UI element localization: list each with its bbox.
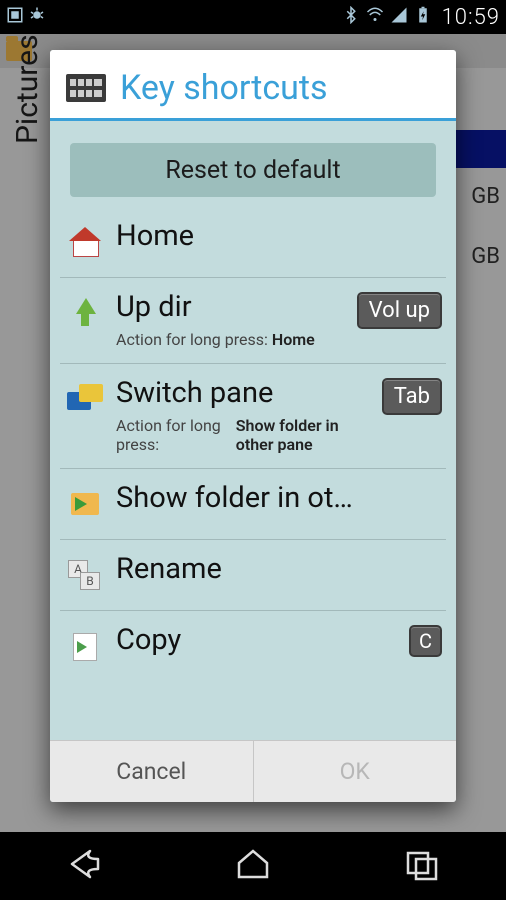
cancel-button-label: Cancel (116, 758, 186, 785)
bug-icon (28, 6, 46, 29)
keyboard-icon (66, 70, 106, 106)
shortcut-label: Rename (116, 552, 442, 586)
battery-icon (414, 6, 432, 29)
keycap-vol-up[interactable]: Vol up (357, 292, 442, 329)
long-press-hint: Action for long press: Show folder in ot… (116, 416, 376, 454)
shortcut-item-up-dir[interactable]: Up dir Action for long press: Home Vol u… (60, 278, 446, 364)
back-button[interactable] (62, 845, 106, 887)
shortcut-list[interactable]: Home Up dir Action for long press: Home … (50, 207, 456, 740)
up-arrow-icon (64, 292, 106, 334)
reset-to-default-button[interactable]: Reset to default (70, 143, 436, 197)
bluetooth-icon (342, 6, 360, 29)
cancel-button[interactable]: Cancel (50, 741, 253, 802)
status-clock: 10:59 (442, 5, 500, 30)
signal-icon (390, 6, 408, 29)
shortcut-item-rename[interactable]: Rename (60, 540, 446, 611)
copy-icon (64, 625, 106, 667)
shortcut-label: Copy (116, 623, 403, 657)
shortcut-item-copy[interactable]: Copy C (60, 611, 446, 681)
android-nav-bar (0, 832, 506, 900)
recent-apps-button[interactable] (400, 845, 444, 887)
dialog-footer: Cancel OK (50, 740, 456, 802)
long-press-hint: Action for long press: Home (116, 330, 351, 349)
reset-button-label: Reset to default (165, 156, 340, 185)
panes-icon (64, 378, 106, 420)
home-icon (64, 221, 106, 263)
dialog-header: Key shortcuts (50, 50, 456, 121)
notification-icon (6, 6, 24, 29)
wifi-icon (366, 6, 384, 29)
status-bar: 10:59 (0, 0, 506, 34)
ok-button-label: OK (340, 758, 370, 785)
shortcut-item-show-folder[interactable]: Show folder in ot… (60, 469, 446, 540)
shortcut-label: Switch pane (116, 376, 376, 410)
keycap-tab[interactable]: Tab (382, 378, 442, 415)
key-shortcuts-dialog: Key shortcuts Reset to default Home Up d… (50, 50, 456, 802)
keycap-c[interactable]: C (409, 625, 442, 657)
shortcut-item-switch-pane[interactable]: Switch pane Action for long press: Show … (60, 364, 446, 469)
rename-icon (64, 554, 106, 596)
shortcut-label: Home (116, 219, 442, 253)
shortcut-label: Show folder in ot… (116, 481, 442, 515)
shortcut-item-home[interactable]: Home (60, 207, 446, 278)
shortcut-label: Up dir (116, 290, 351, 324)
ok-button[interactable]: OK (253, 741, 457, 802)
home-button[interactable] (231, 845, 275, 887)
dialog-title: Key shortcuts (120, 68, 328, 108)
folder-arrow-icon (64, 483, 106, 525)
